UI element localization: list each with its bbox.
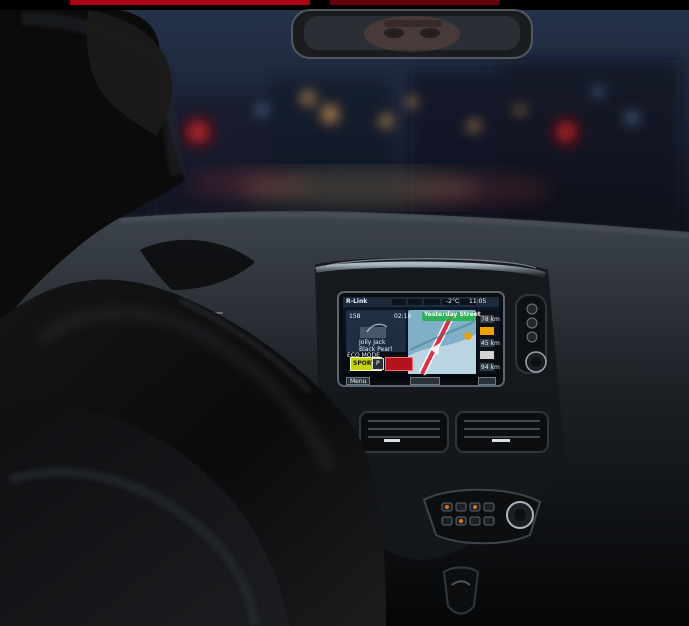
screen-hardware-controls[interactable] [515,294,547,374]
rear-view-mirror [291,9,533,59]
softkey-menu-label: Menu [350,378,367,385]
softkey-right[interactable] [478,377,496,385]
screen-clock: 11:05 [469,298,487,305]
media-preset: 158 [349,313,361,320]
screen-temperature: -2°C [446,298,460,305]
gear-indicator-text: P [376,360,380,367]
softkey-center[interactable] [410,377,440,385]
nav-street-banner: Yesterday Street [424,311,481,318]
nav-distance-1: 78 km [481,316,500,323]
nav-distance-3: 94 km [481,364,500,371]
climate-controls[interactable] [422,488,542,545]
background-photo [0,0,689,626]
eco-indicator [385,357,413,371]
night-car-dashboard-scene: R-Link 11:05 -2°C 158 02:18 Jolly Jack B… [0,0,689,626]
media-elapsed: 02:18 [394,313,412,320]
nav-distance-2: 45 km [481,340,500,347]
screen-brand: R-Link [346,298,368,305]
